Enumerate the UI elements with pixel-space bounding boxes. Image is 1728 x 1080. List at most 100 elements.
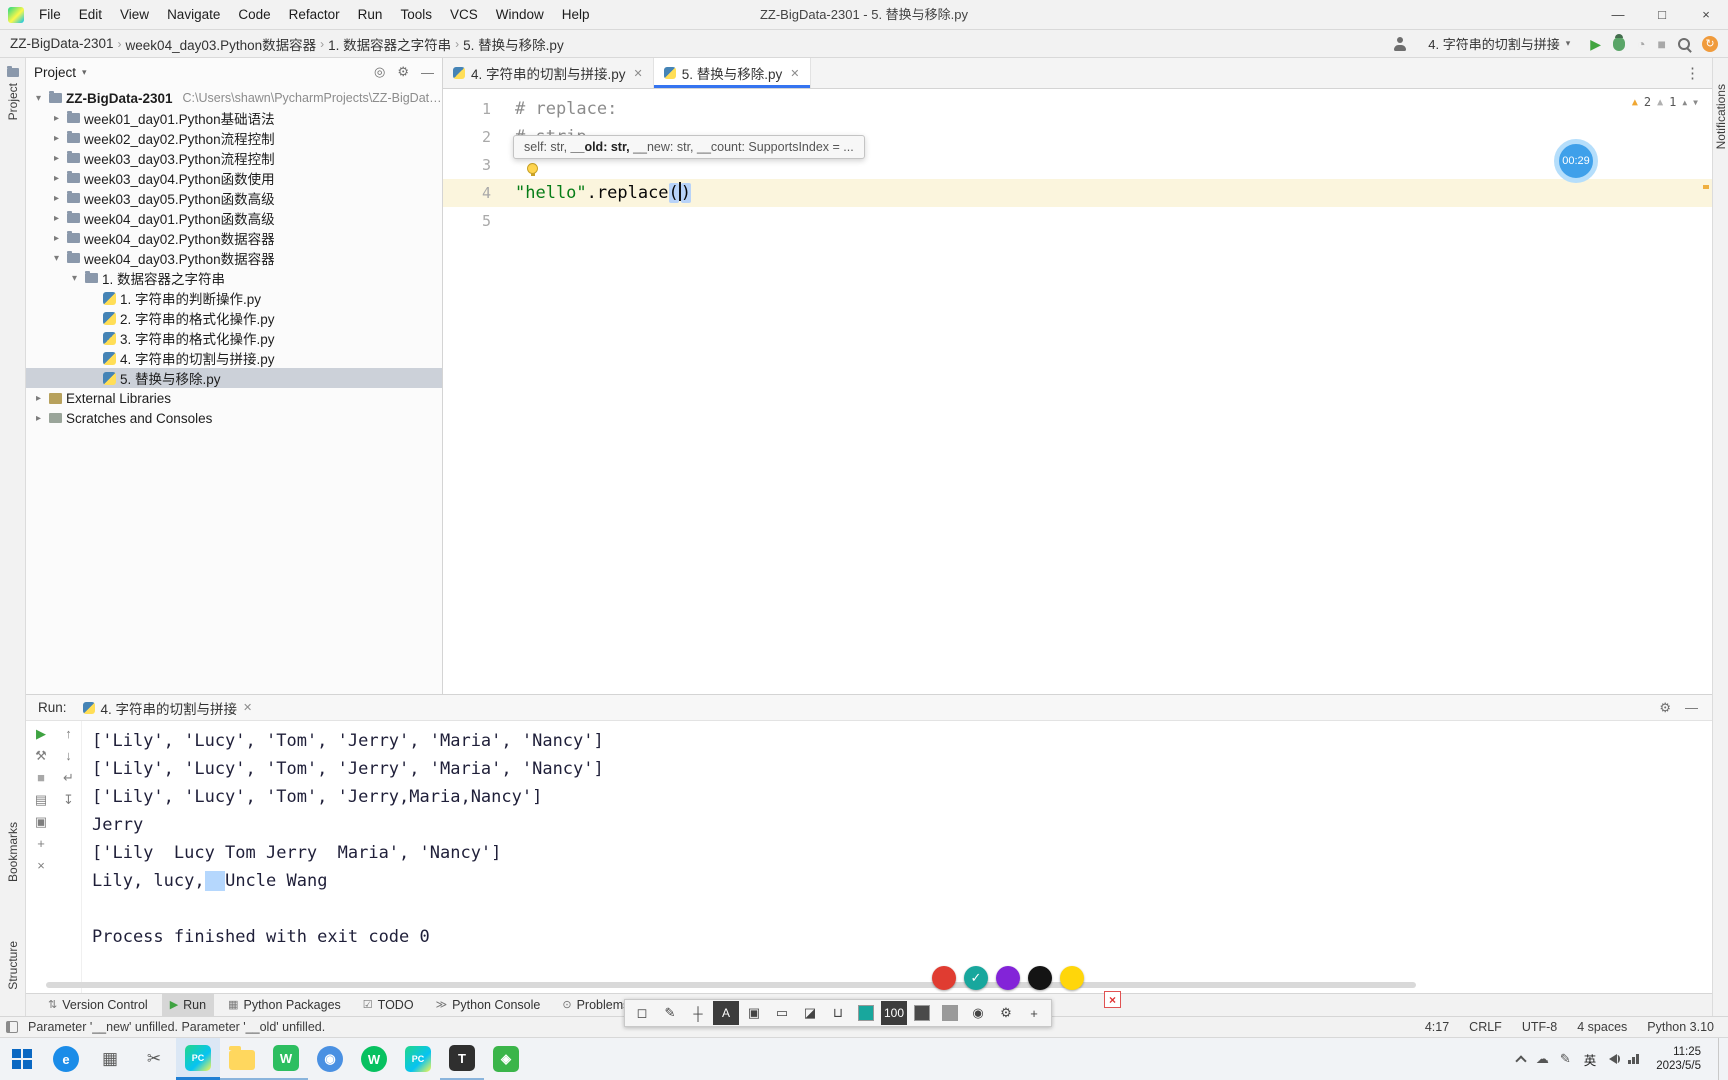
color-black[interactable] (1028, 966, 1052, 990)
task-view-icon[interactable]: ▦ (88, 1038, 132, 1080)
color-teal-selected[interactable]: ✓ (964, 966, 988, 990)
menu-help[interactable]: Help (553, 0, 599, 30)
menu-edit[interactable]: Edit (70, 0, 111, 30)
locate-file-icon[interactable]: ◎ (374, 64, 385, 80)
show-desktop-button[interactable] (1718, 1037, 1724, 1080)
tree-arrow-icon[interactable]: ▸ (50, 153, 63, 164)
crop-tool[interactable]: ┼ (685, 1001, 711, 1025)
tree-item[interactable]: 5. 替换与移除.py (26, 368, 442, 388)
tree-item[interactable]: ▾ ZZ-BigData-2301 C:\Users\shawn\PycharmPr… (26, 88, 442, 108)
intention-bulb-icon[interactable] (527, 163, 538, 176)
tree-item[interactable]: 2. 字符串的格式化操作.py (26, 308, 442, 328)
debug-button[interactable] (1613, 33, 1626, 51)
move-tool[interactable]: + (1021, 1001, 1047, 1025)
menu-view[interactable]: View (111, 0, 158, 30)
tree-arrow-icon[interactable]: ▸ (50, 113, 63, 124)
editor-tab[interactable]: 4. 字符串的切割与拼接.py ✕ (443, 58, 654, 88)
color-purple[interactable] (996, 966, 1020, 990)
softwrap-icon[interactable]: ↵ (63, 771, 74, 784)
breadcrumb-item[interactable]: 5. 替换与移除.py (463, 34, 564, 54)
tree-arrow-icon[interactable]: ▾ (50, 253, 63, 264)
code-editor[interactable]: 1# replace:2# strip34"hello".replace()5 … (443, 89, 1712, 694)
stop-icon[interactable]: ■ (37, 771, 45, 784)
console-line[interactable]: Jerry (92, 811, 1712, 839)
chevron-down-icon[interactable]: ▾ (82, 67, 87, 78)
tree-arrow-icon[interactable]: ▸ (50, 193, 63, 204)
tree-item[interactable]: ▸ Scratches and Consoles (26, 408, 442, 428)
scroll-end-icon[interactable]: ↧ (63, 793, 74, 806)
close-icon[interactable]: ✕ (243, 701, 252, 714)
tree-arrow-icon[interactable]: ▾ (68, 273, 81, 284)
annotation-close-button[interactable]: × (1104, 991, 1121, 1008)
swatch-dark[interactable] (909, 1001, 935, 1025)
close-icon[interactable]: ✕ (634, 67, 643, 80)
toolwindow-tab-version-control[interactable]: ⇅ Version Control (40, 994, 156, 1016)
menu-vcs[interactable]: VCS (441, 0, 487, 30)
edge-browser-icon[interactable]: e (44, 1038, 88, 1080)
pycharm-icon[interactable]: PC (176, 1038, 220, 1080)
run-console-tab[interactable]: 4. 字符串的切割与拼接 ✕ (77, 695, 259, 720)
hide-panel-icon[interactable]: — (421, 65, 434, 80)
restore-layout-icon[interactable]: ▤ (35, 793, 47, 806)
prev-stack-icon[interactable]: ↑ (65, 727, 72, 740)
tree-item[interactable]: ▸ week04_day01.Python函数高级 (26, 208, 442, 228)
rect-tool[interactable]: ▭ (769, 1001, 795, 1025)
color-red[interactable] (932, 966, 956, 990)
tree-item[interactable]: ▸ External Libraries (26, 388, 442, 408)
minimize-button[interactable]: — (1596, 0, 1640, 30)
search-everywhere-icon[interactable] (1678, 37, 1690, 50)
taskbar-clock[interactable]: 11:25 2023/5/5 (1650, 1045, 1707, 1074)
cloud-icon[interactable]: ☁ (1536, 1051, 1549, 1067)
update-icon[interactable]: ↻ (1702, 35, 1718, 52)
volume-icon[interactable] (1609, 1054, 1621, 1064)
menu-run[interactable]: Run (349, 0, 392, 30)
clear-icon[interactable]: × (37, 859, 45, 872)
swatch-gray[interactable] (937, 1001, 963, 1025)
menu-file[interactable]: File (30, 0, 70, 30)
code-line[interactable]: 1 # replace: (443, 95, 1712, 123)
breadcrumb-item[interactable]: week04_day03.Python数据容器 (126, 34, 317, 54)
menu-navigate[interactable]: Navigate (158, 0, 229, 30)
console-line[interactable]: ['Lily', 'Lucy', 'Tom', 'Jerry', 'Maria'… (92, 727, 1712, 755)
tree-item[interactable]: ▸ week03_day03.Python流程控制 (26, 148, 442, 168)
file-explorer-icon[interactable] (220, 1038, 264, 1080)
code-with-me-icon[interactable] (1393, 36, 1408, 51)
run-button[interactable]: ▶ (1590, 37, 1601, 51)
more-tabs-icon[interactable]: ⋮ (1673, 58, 1712, 88)
rerun-icon[interactable]: ▶ (36, 727, 46, 740)
tree-item[interactable]: ▸ week02_day02.Python流程控制 (26, 128, 442, 148)
pin-icon[interactable]: + (37, 837, 45, 850)
gear-icon[interactable]: ⚙ (1659, 700, 1671, 716)
text-tool[interactable]: A (713, 1001, 739, 1025)
tree-arrow-icon[interactable]: ▸ (32, 393, 45, 404)
stop-button[interactable]: ■ (1658, 37, 1666, 51)
inspections-widget[interactable]: ▲ 2 ▲ 1 ▲ ▼ (1632, 95, 1698, 109)
project-stripe-tab[interactable]: Project (0, 66, 25, 120)
network-icon[interactable] (1628, 1054, 1640, 1064)
color-yellow[interactable] (1060, 966, 1084, 990)
weixin-files-icon[interactable]: W (352, 1038, 396, 1080)
close-button[interactable]: × (1684, 0, 1728, 30)
console-output[interactable]: ['Lily', 'Lucy', 'Tom', 'Jerry', 'Maria'… (82, 721, 1712, 993)
console-line[interactable]: ['Lily Lucy Tom Jerry Maria', 'Nancy'] (92, 839, 1712, 867)
tree-item[interactable]: ▸ week04_day02.Python数据容器 (26, 228, 442, 248)
trash-tool[interactable]: ⊔ (825, 1001, 851, 1025)
hide-panel-icon[interactable]: — (1685, 700, 1698, 716)
toolwindow-tab-python-packages[interactable]: ▦ Python Packages (220, 994, 349, 1016)
profiler-button[interactable]: ◔ (1637, 37, 1645, 51)
tree-item[interactable]: 4. 字符串的切割与拼接.py (26, 348, 442, 368)
tree-arrow-icon[interactable]: ▾ (32, 93, 45, 104)
tree-arrow-icon[interactable]: ▸ (32, 413, 45, 424)
tray-expand-icon[interactable] (1515, 1054, 1527, 1067)
tree-item[interactable]: ▸ week03_day05.Python函数高级 (26, 188, 442, 208)
close-icon[interactable]: ✕ (790, 67, 799, 80)
menu-code[interactable]: Code (229, 0, 279, 30)
horizontal-scrollbar[interactable] (46, 982, 1416, 988)
wechat-icon[interactable]: W (264, 1038, 308, 1080)
project-panel-title[interactable]: Project (34, 65, 76, 80)
structure-stripe-tab[interactable]: Structure (0, 941, 25, 990)
next-problem-icon[interactable]: ▼ (1693, 98, 1698, 107)
gear-icon[interactable]: ⚙ (397, 64, 409, 80)
console-line[interactable] (92, 895, 1712, 923)
tree-arrow-icon[interactable]: ▸ (50, 233, 63, 244)
